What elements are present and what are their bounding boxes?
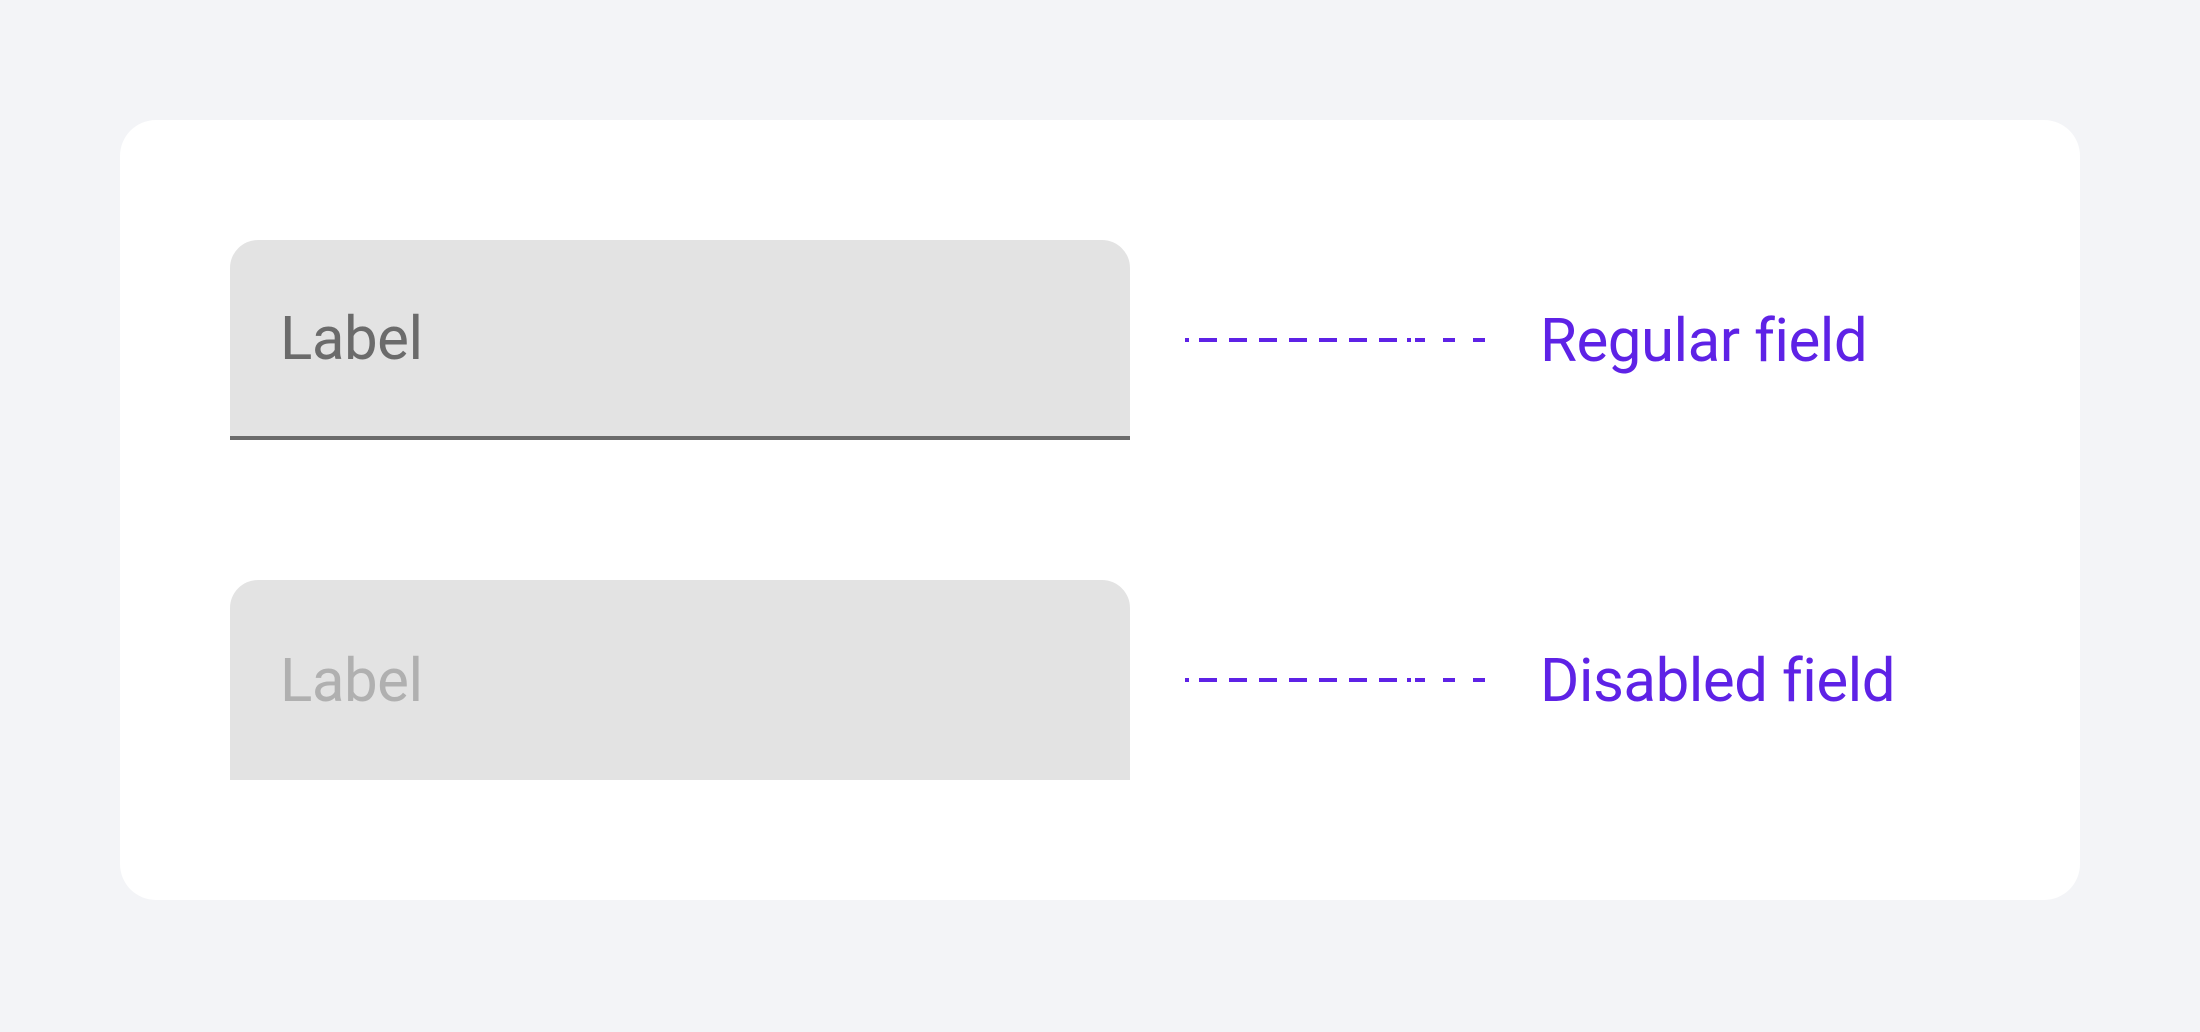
connector-line	[1185, 675, 1495, 685]
disabled-field-row: Label Disabled field	[230, 580, 1970, 780]
disabled-field-annotation: Disabled field	[1540, 645, 1895, 716]
connector-line	[1185, 335, 1495, 345]
regular-text-field[interactable]: Label	[230, 240, 1130, 440]
regular-field-row: Label Regular field	[230, 240, 1970, 440]
regular-field-label: Label	[280, 303, 423, 374]
disabled-text-field: Label	[230, 580, 1130, 780]
disabled-field-label: Label	[280, 645, 423, 716]
regular-field-annotation: Regular field	[1540, 305, 1867, 376]
example-card: Label Regular field Label Disabled field	[120, 120, 2080, 900]
